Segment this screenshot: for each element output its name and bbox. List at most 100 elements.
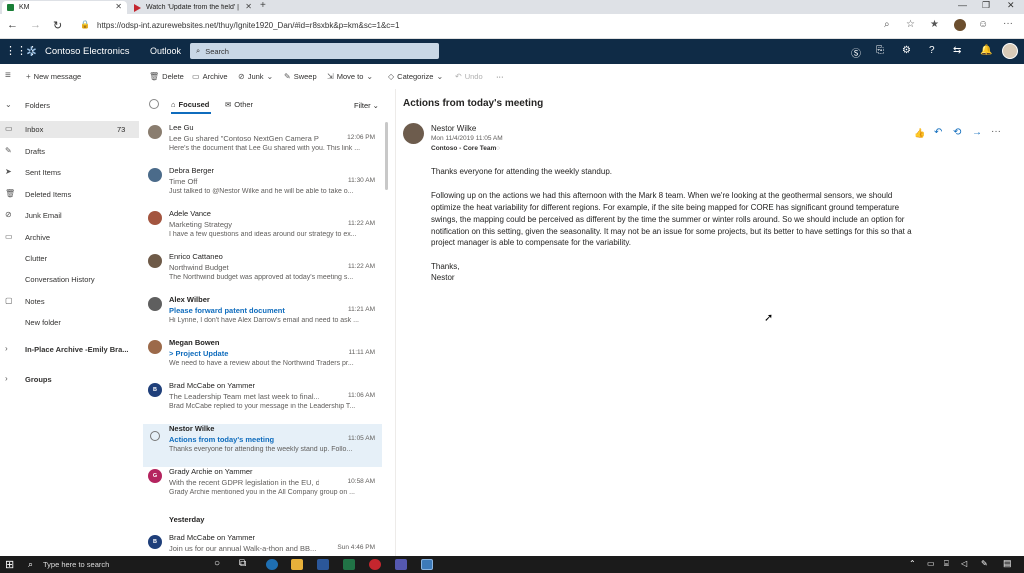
tray-network-icon[interactable]: ⌸: [944, 559, 949, 569]
refresh-icon[interactable]: ↻: [53, 19, 62, 32]
delete-button[interactable]: 🗑 Delete: [149, 72, 184, 81]
active-app-icon[interactable]: [421, 559, 433, 570]
skype-icon[interactable]: Ⓢ: [851, 45, 861, 60]
tray-battery-icon[interactable]: ▭: [927, 559, 935, 568]
excel-app-icon[interactable]: [343, 559, 355, 570]
url-field[interactable]: https://odsp-int.azurewebsites.net/thuy/…: [97, 21, 399, 30]
recipient[interactable]: Contoso - Core Team: [431, 145, 496, 152]
browser-menu-icon[interactable]: ···: [1003, 18, 1013, 29]
hamburger-menu-icon[interactable]: ≡: [5, 70, 11, 81]
pane-divider: [395, 89, 396, 556]
sweep-button[interactable]: ✎ Sweep: [284, 72, 317, 81]
new-message-button[interactable]: + New message: [26, 72, 81, 81]
folder-item-in-place-archive[interactable]: In-Place Archive -Emily Bra...: [25, 345, 129, 354]
filter-button[interactable]: Filter ⌄: [354, 101, 379, 110]
recipient-expand-icon[interactable]: ○: [496, 145, 500, 152]
powerpoint-app-icon[interactable]: [369, 559, 381, 570]
file-explorer-icon[interactable]: [291, 559, 303, 570]
sender-avatar[interactable]: [403, 123, 424, 144]
folder-item-new-folder[interactable]: New folder: [25, 318, 61, 327]
emoji-icon[interactable]: ☺: [978, 19, 988, 30]
message-row[interactable]: Enrico Cattaneo Northwind Budget 11:22 A…: [143, 252, 382, 295]
more-actions-button[interactable]: ···: [496, 72, 504, 81]
restore-icon[interactable]: ❐: [982, 0, 990, 11]
app-name[interactable]: Outlook: [150, 46, 181, 56]
tab-other[interactable]: ✉ Other: [225, 100, 253, 109]
whats-new-icon[interactable]: ⇆: [953, 45, 961, 56]
more-options-icon[interactable]: ···: [991, 126, 1001, 137]
message-row[interactable]: Lee Gu Lee Gu shared "Contoso NextGen Ca…: [143, 123, 382, 166]
help-icon[interactable]: ?: [929, 45, 935, 56]
folder-item-sent[interactable]: Sent Items: [25, 168, 61, 177]
close-tab-icon[interactable]: ✕: [245, 2, 252, 11]
folder-move-icon: ⇲: [327, 72, 334, 81]
folder-item-conversation-history[interactable]: Conversation History: [25, 275, 95, 284]
zoom-icon[interactable]: ⌕: [884, 19, 890, 30]
folder-item-clutter[interactable]: Clutter: [25, 254, 47, 263]
archive-button[interactable]: ▭ Archive: [192, 72, 228, 81]
feedback-icon[interactable]: ⎘: [876, 45, 884, 56]
settings-gear-icon[interactable]: ⚙: [902, 45, 911, 56]
message-list-scrollbar[interactable]: [385, 122, 388, 190]
action-center-icon[interactable]: ▤: [1003, 558, 1012, 569]
reply-icon[interactable]: ↶: [934, 127, 942, 138]
folder-item-deleted[interactable]: Deleted Items: [25, 190, 71, 199]
archive-icon: ▭: [5, 232, 13, 241]
chevron-down-icon[interactable]: ⌄: [5, 100, 12, 109]
tab-focused[interactable]: ⌂ Focused: [171, 100, 209, 109]
reading-subject: Actions from today's meeting: [403, 98, 544, 109]
message-row[interactable]: B Brad McCabe on Yammer Join us for our …: [143, 533, 382, 555]
favorites-icon[interactable]: ★: [930, 19, 939, 30]
close-tab-icon[interactable]: ✕: [115, 2, 122, 11]
message-row[interactable]: Alex Wilber Please forward patent docume…: [143, 295, 382, 338]
message-row[interactable]: B Brad McCabe on Yammer The Leadership T…: [143, 381, 382, 424]
avatar: [148, 125, 162, 139]
extension-icon[interactable]: [954, 19, 966, 31]
browser-tab-km[interactable]: KM ✕: [2, 1, 127, 14]
mouse-cursor-icon: ➚: [764, 312, 774, 324]
folder-item-junk[interactable]: Junk Email: [25, 211, 62, 220]
categorize-button[interactable]: ◇ Categorize ⌄: [388, 72, 443, 81]
new-tab-icon[interactable]: +: [260, 0, 266, 11]
message-select-checkbox[interactable]: [150, 431, 160, 441]
message-row[interactable]: Adele Vance Marketing Strategy 11:22 AM …: [143, 209, 382, 252]
folders-header[interactable]: Folders: [25, 101, 50, 110]
task-view-icon[interactable]: ⧉: [239, 558, 246, 569]
tray-volume-icon[interactable]: ◁: [961, 559, 967, 568]
tray-pen-icon[interactable]: ✎: [981, 559, 988, 568]
message-row-selected[interactable]: Nestor Wilke Actions from today's meetin…: [143, 424, 382, 467]
junk-button[interactable]: ⊘ Junk ⌄: [238, 72, 273, 81]
reply-all-icon[interactable]: ⟲: [953, 127, 961, 138]
edge-app-icon[interactable]: [266, 559, 278, 570]
close-window-icon[interactable]: ✕: [1007, 0, 1015, 11]
search-input[interactable]: ⌕ Search: [190, 43, 439, 59]
user-avatar[interactable]: [1002, 43, 1018, 59]
folder-item-notes[interactable]: Notes: [25, 297, 45, 306]
move-to-button[interactable]: ⇲ Move to ⌄: [327, 72, 373, 81]
tray-chevron-icon[interactable]: ⌃: [909, 559, 916, 568]
message-row[interactable]: Megan Bowen > Project Update 11:11 AM We…: [143, 338, 382, 381]
chevron-right-icon[interactable]: ›: [5, 374, 8, 383]
like-icon[interactable]: 👍: [914, 128, 925, 139]
teams-app-icon[interactable]: [395, 559, 407, 570]
message-row[interactable]: G Grady Archie on Yammer With the recent…: [143, 467, 382, 510]
chevron-right-icon[interactable]: ›: [5, 344, 8, 353]
select-all-checkbox[interactable]: [149, 99, 159, 109]
forward-icon[interactable]: →: [30, 19, 41, 31]
taskbar-search-input[interactable]: Type here to search: [43, 560, 109, 569]
sender-name[interactable]: Nestor Wilke: [431, 124, 476, 133]
word-app-icon[interactable]: [317, 559, 329, 570]
browser-tab-watch[interactable]: Watch 'Update from the field' | I... ✕: [129, 1, 257, 14]
back-icon[interactable]: ←: [7, 19, 18, 31]
windows-start-icon[interactable]: ⊞: [5, 558, 14, 571]
folder-item-groups[interactable]: Groups: [25, 375, 52, 384]
forward-icon[interactable]: →: [972, 127, 982, 138]
folder-item-archive[interactable]: Archive: [25, 233, 50, 242]
notifications-bell-icon[interactable]: 🔔: [980, 45, 992, 56]
message-row[interactable]: Debra Berger Time Off 11:30 AM Just talk…: [143, 166, 382, 209]
favorite-star-icon[interactable]: ☆: [906, 19, 915, 30]
cortana-icon[interactable]: ○: [214, 558, 220, 569]
folder-item-drafts[interactable]: Drafts: [25, 147, 45, 156]
minimize-icon[interactable]: —: [958, 0, 967, 10]
undo-button[interactable]: ↶ Undo: [455, 72, 483, 81]
